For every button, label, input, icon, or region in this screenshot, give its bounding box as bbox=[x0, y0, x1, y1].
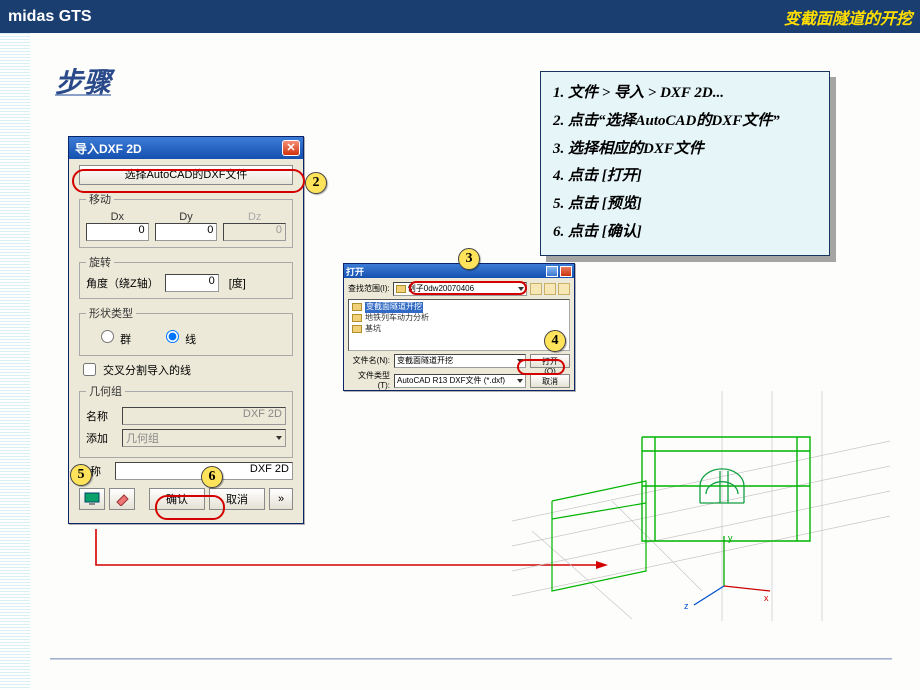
svg-text:y: y bbox=[728, 533, 733, 543]
fileopen-titlebar[interactable]: 打开 bbox=[344, 264, 574, 278]
add-dropdown[interactable]: 几何组 bbox=[122, 429, 286, 447]
page-subtitle: 变截面隧道的开挖 bbox=[784, 5, 912, 29]
chevron-down-icon bbox=[517, 379, 523, 383]
lookin-label: 查找范围(I): bbox=[348, 284, 390, 294]
step-4: 4. 点击 [打开] bbox=[553, 163, 817, 191]
svg-text:z: z bbox=[684, 601, 689, 611]
instruction-box: 1. 文件 > 导入 > DXF 2D... 2. 点击“选择AutoCAD的D… bbox=[540, 71, 830, 256]
radio-group[interactable]: 群 bbox=[96, 327, 131, 347]
name-field: DXF 2D bbox=[122, 407, 286, 425]
filename-label: 文件名(N): bbox=[348, 356, 390, 366]
cross-split-checkbox[interactable] bbox=[83, 363, 96, 376]
folder-icon bbox=[396, 285, 406, 293]
dz-input: 0 bbox=[223, 223, 286, 241]
apply-more-button[interactable]: » bbox=[269, 488, 293, 510]
callout-2: 2 bbox=[305, 172, 327, 194]
filetype-combo[interactable]: AutoCAD R13 DXF文件 (*.dxf) bbox=[394, 374, 526, 388]
chevron-down-icon bbox=[276, 436, 282, 440]
folder-icon bbox=[352, 314, 362, 322]
model-preview: y x z bbox=[492, 391, 892, 621]
filetype-label: 文件类型(T): bbox=[348, 371, 390, 390]
degree-unit: [度] bbox=[229, 275, 246, 291]
dz-label: Dz bbox=[223, 211, 286, 223]
header-bar: midas GTS 变截面隧道的开挖 bbox=[0, 0, 920, 33]
ok-button[interactable]: 确认 bbox=[149, 488, 205, 510]
rotate-legend: 旋转 bbox=[86, 254, 114, 270]
cancel-button[interactable]: 取消 bbox=[209, 488, 265, 510]
geom-group: 几何组 名称 DXF 2D 添加 几何组 bbox=[79, 383, 293, 458]
slide-content: 步骤 1. 文件 > 导入 > DXF 2D... 2. 点击“选择AutoCA… bbox=[30, 33, 920, 690]
move-group: 移动 Dx Dy Dz 0 0 0 bbox=[79, 191, 293, 248]
cancel-button[interactable]: 取消 bbox=[530, 374, 570, 388]
list-item: 变截面隧道开挖 bbox=[352, 302, 566, 313]
callout-6: 6 bbox=[201, 466, 223, 488]
lookin-combo[interactable]: 例子0dw20070406 bbox=[393, 282, 527, 296]
step-2: 2. 点击“选择AutoCAD的DXF文件” bbox=[553, 108, 817, 136]
monitor-icon bbox=[84, 492, 100, 506]
dx-label: Dx bbox=[86, 211, 149, 223]
brand-text: midas GTS bbox=[8, 8, 92, 26]
view-menu-icon[interactable] bbox=[558, 283, 570, 295]
folder-icon bbox=[352, 303, 362, 311]
svg-text:x: x bbox=[764, 593, 769, 603]
list-item: 基坑 bbox=[352, 324, 566, 335]
step-1: 1. 文件 > 导入 > DXF 2D... bbox=[553, 80, 817, 108]
dx-input[interactable]: 0 bbox=[86, 223, 149, 241]
radio-line[interactable]: 线 bbox=[161, 327, 196, 347]
help-icon[interactable] bbox=[546, 266, 558, 277]
move-legend: 移动 bbox=[86, 191, 114, 207]
folder-icon bbox=[352, 325, 362, 333]
geom-legend: 几何组 bbox=[86, 383, 125, 399]
chevron-down-icon bbox=[517, 359, 523, 363]
angle-input[interactable]: 0 bbox=[165, 274, 219, 292]
shape-legend: 形状类型 bbox=[86, 305, 136, 321]
preview-button[interactable] bbox=[79, 488, 105, 510]
step-5: 5. 点击 [预览] bbox=[553, 191, 817, 219]
decorative-left-stripe bbox=[0, 33, 30, 690]
angle-label: 角度（绕Z轴） bbox=[86, 275, 159, 291]
step-6: 6. 点击 [确认] bbox=[553, 219, 817, 247]
shape-type-group: 形状类型 群 线 bbox=[79, 305, 293, 356]
file-list[interactable]: 变截面隧道开挖 地铁列车动力分析 基坑 bbox=[348, 299, 570, 351]
cross-split-label: 交叉分割导入的线 bbox=[103, 362, 191, 378]
dy-input[interactable]: 0 bbox=[155, 223, 218, 241]
close-icon[interactable] bbox=[560, 266, 572, 277]
name-label: 名称 bbox=[86, 408, 116, 424]
chevron-down-icon bbox=[518, 287, 524, 291]
divider bbox=[50, 658, 892, 660]
file-open-dialog: 打开 查找范围(I): 例子0dw20070406 变截面隧道 bbox=[343, 263, 575, 391]
dy-label: Dy bbox=[155, 211, 218, 223]
up-folder-icon[interactable] bbox=[530, 283, 542, 295]
rotate-group: 旋转 角度（绕Z轴） 0 [度] bbox=[79, 254, 293, 299]
dialog-title: 导入DXF 2D bbox=[75, 140, 142, 157]
callout-4: 4 bbox=[544, 330, 566, 352]
select-dxf-button[interactable]: 选择AutoCAD的DXF文件 bbox=[79, 165, 293, 185]
new-folder-icon[interactable] bbox=[544, 283, 556, 295]
steps-title: 步骤 bbox=[55, 61, 111, 101]
clear-button[interactable] bbox=[109, 488, 135, 510]
dialog-titlebar[interactable]: 导入DXF 2D ✕ bbox=[69, 137, 303, 159]
callout-3: 3 bbox=[458, 248, 480, 270]
list-item: 地铁列车动力分析 bbox=[352, 313, 566, 324]
callout-5: 5 bbox=[70, 464, 92, 486]
import-dxf-dialog: 导入DXF 2D ✕ 选择AutoCAD的DXF文件 移动 Dx Dy Dz 0… bbox=[68, 136, 304, 524]
filename-input[interactable]: 变截面隧道开挖 bbox=[394, 354, 526, 368]
close-icon[interactable]: ✕ bbox=[282, 140, 300, 156]
open-button[interactable]: 打开(O) bbox=[530, 354, 570, 368]
add-label: 添加 bbox=[86, 430, 116, 446]
eraser-icon bbox=[114, 492, 130, 506]
step-3: 3. 选择相应的DXF文件 bbox=[553, 136, 817, 164]
fileopen-title: 打开 bbox=[346, 265, 364, 278]
